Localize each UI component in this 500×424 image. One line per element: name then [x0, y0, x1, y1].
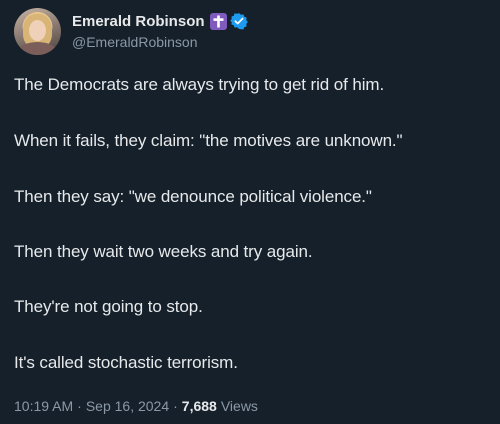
- tweet-text-line: Then they say: "we denounce political vi…: [14, 187, 372, 206]
- tweet-date[interactable]: Sep 16, 2024: [86, 398, 169, 414]
- author-name-row: Emerald Robinson: [72, 11, 248, 31]
- views-label: Views: [220, 398, 258, 414]
- tweet-text-line: The Democrats are always trying to get r…: [14, 75, 385, 94]
- tweet-text-line: Then they wait two weeks and try again.: [14, 242, 313, 261]
- tweet-text-line: They're not going to stop.: [14, 297, 203, 316]
- tweet-text-line: It's called stochastic terrorism.: [14, 353, 238, 372]
- avatar-face: [29, 20, 46, 41]
- tweet-card: Emerald Robinson @EmeraldRobinson The De…: [0, 0, 500, 424]
- author-display-name[interactable]: Emerald Robinson: [72, 13, 205, 30]
- tweet-meta: 10:19 AM · Sep 16, 2024 · 7,688 Views: [14, 398, 258, 414]
- meta-separator: ·: [77, 398, 82, 414]
- views-count: 7,688: [181, 398, 217, 414]
- tweet-time[interactable]: 10:19 AM: [14, 398, 73, 414]
- avatar-shoulders: [18, 42, 57, 55]
- meta-separator: ·: [173, 398, 178, 414]
- author-handle[interactable]: @EmeraldRobinson: [72, 34, 198, 50]
- cross-icon: [209, 12, 227, 30]
- tweet-text-line: When it fails, they claim: "the motives …: [14, 131, 403, 150]
- verified-check-icon[interactable]: [229, 12, 248, 30]
- avatar[interactable]: [14, 8, 61, 55]
